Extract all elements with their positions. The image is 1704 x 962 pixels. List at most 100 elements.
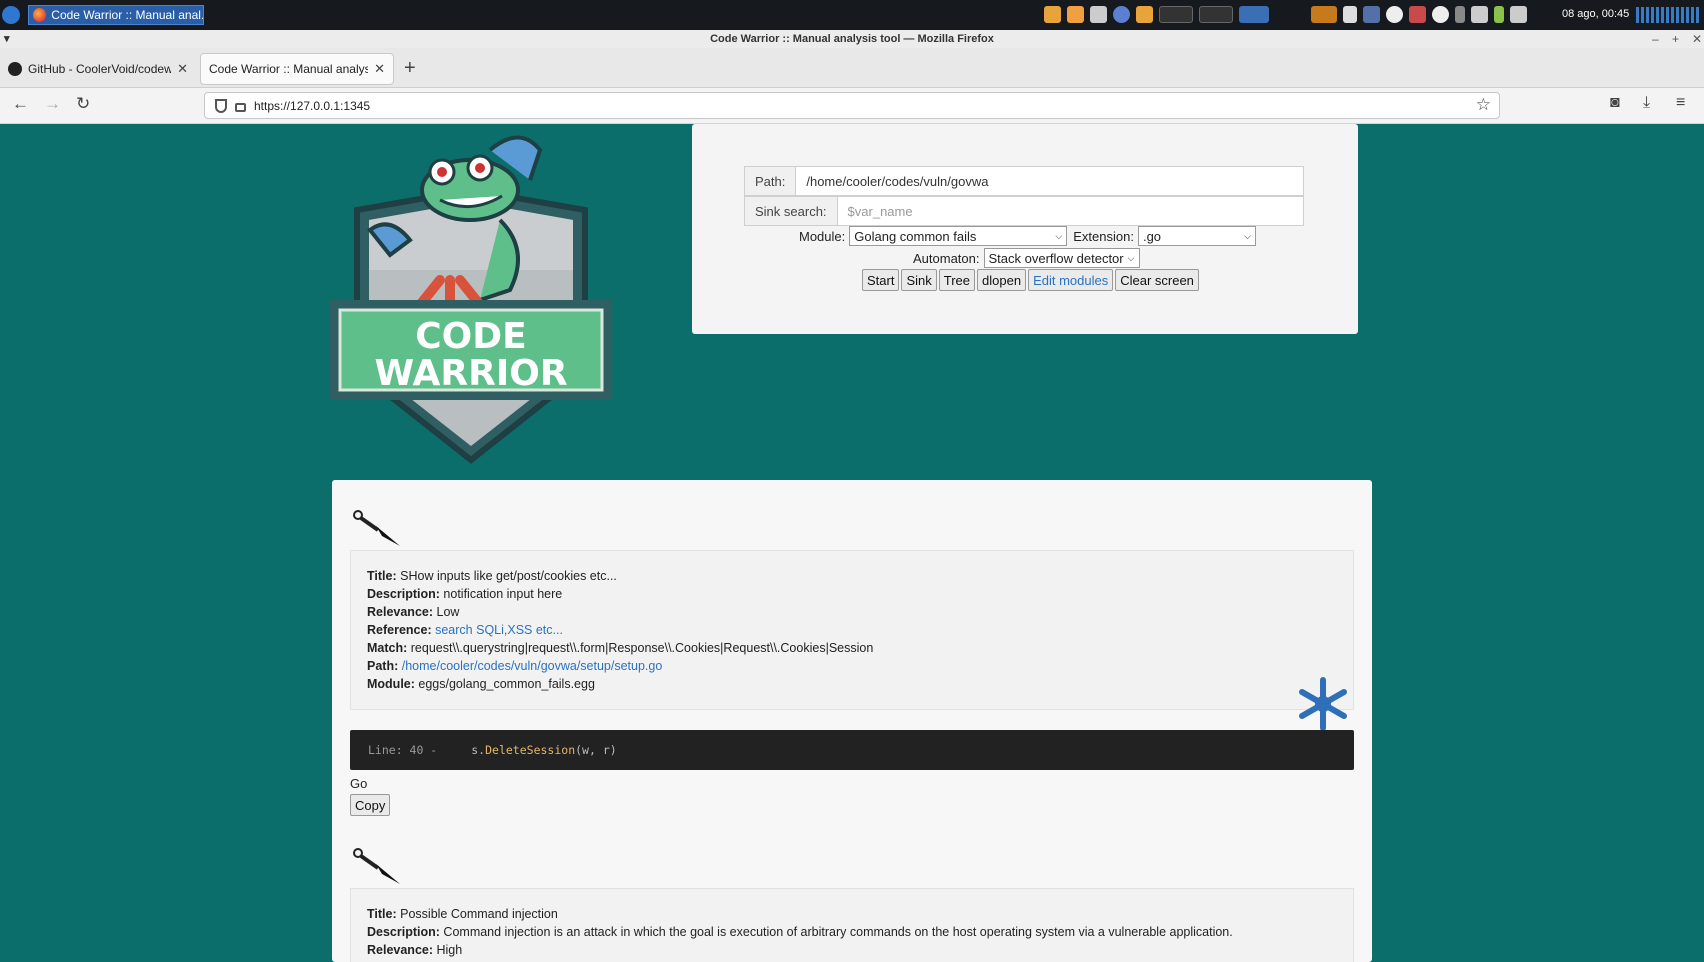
reload-icon[interactable]: ↻ [76, 94, 90, 114]
dlopen-button[interactable]: dlopen [977, 269, 1027, 291]
start-button[interactable]: Start [862, 269, 900, 291]
path-input[interactable]: /home/cooler/codes/vuln/govwa [796, 167, 988, 195]
menu-icon[interactable]: ≡ [1676, 94, 1685, 112]
window-titlebar: ▾ Code Warrior :: Manual analysis tool —… [0, 30, 1704, 48]
tab-code-warrior[interactable]: Code Warrior :: Manual analysis tool ✕ [200, 53, 394, 85]
tracking-shield-icon[interactable] [215, 98, 227, 113]
cpu-meter-icon [1636, 7, 1700, 23]
result-match: request\\.querystring|request\\.form|Res… [410, 641, 874, 655]
keyring-icon[interactable] [1363, 6, 1380, 23]
result-module-row: Module: eggs/golang_common_fails.egg [367, 675, 1337, 693]
reference-link[interactable]: search SQLi,XSS etc... [435, 623, 563, 637]
tab-label: Code Warrior :: Manual analysis tool [209, 62, 369, 76]
downloads-icon[interactable]: ⤓ [1643, 94, 1650, 112]
edit-modules-button[interactable]: Edit modules [1028, 269, 1114, 291]
files-icon[interactable] [1067, 6, 1084, 23]
result-card: Title: SHow inputs like get/post/cookies… [350, 550, 1354, 710]
description-label: Description: [367, 587, 440, 601]
result-description: notification input here [443, 587, 563, 601]
pocket-icon[interactable]: ◙ [1610, 94, 1620, 112]
result-card: Title: Possible Command injection Descri… [350, 888, 1354, 962]
firefox-icon [33, 8, 47, 22]
start-menu-icon[interactable] [2, 6, 20, 24]
kunai-icon [353, 510, 400, 546]
code-args: (w, r) [575, 743, 617, 757]
chrome-icon[interactable] [1044, 6, 1061, 23]
logo-text-warrior: WARRIOR [374, 353, 567, 394]
camera-icon[interactable] [1409, 6, 1426, 23]
kunai-icon [353, 848, 400, 884]
result-reference-row: Reference: search SQLi,XSS etc... [367, 621, 1337, 639]
chevron-down-icon: ⌵ [1244, 230, 1251, 241]
notifications-icon[interactable] [1386, 6, 1403, 23]
bluetooth-icon[interactable] [1455, 6, 1465, 23]
sublime-icon[interactable] [1311, 6, 1337, 23]
copy-button[interactable]: Copy [350, 794, 391, 816]
bookmark-star-icon[interactable]: ☆ [1476, 95, 1491, 115]
volume-icon[interactable] [1510, 6, 1527, 23]
folder-icon[interactable] [1136, 6, 1153, 23]
action-buttons: Start Sink Tree dlopen Edit modules Clea… [862, 269, 1199, 291]
minimize-icon[interactable]: – [1652, 30, 1659, 48]
title-label: Title: [367, 569, 397, 583]
window-menu-icon[interactable]: ▾ [4, 30, 10, 48]
sink-search-input[interactable]: $var_name [838, 197, 913, 225]
lightbulb-icon[interactable] [1432, 6, 1449, 23]
url-bar[interactable]: https://127.0.0.1:1345 ☆ [204, 92, 1500, 119]
snowflake-icon [1299, 677, 1347, 731]
code-line-number: Line: 40 - [368, 743, 438, 757]
module-select-value: Golang common fails [854, 228, 977, 244]
extension-select-value: .go [1142, 228, 1162, 244]
wifi-icon[interactable] [1471, 6, 1488, 23]
calculator-icon[interactable] [1090, 6, 1107, 23]
tree-button[interactable]: Tree [938, 269, 976, 291]
close-window-icon[interactable]: ✕ [1692, 30, 1702, 48]
result-module: eggs/golang_common_fails.egg [418, 677, 595, 691]
result-relevance: High [436, 943, 463, 957]
new-tab-icon[interactable]: + [404, 57, 416, 80]
sink-button[interactable]: Sink [901, 269, 937, 291]
search-form-panel: Path: /home/cooler/codes/vuln/govwa Sink… [692, 124, 1358, 334]
clock[interactable]: 08 ago, 00:45 [1562, 8, 1629, 20]
sink-search-label: Sink search: [745, 197, 838, 225]
window-icon[interactable] [1343, 6, 1357, 23]
terminal-icon[interactable] [1159, 6, 1193, 23]
close-tab-icon[interactable]: ✕ [374, 61, 385, 77]
battery-icon[interactable] [1494, 6, 1504, 23]
automaton-select-value: Stack overflow detector [988, 250, 1124, 266]
taskbar-firefox-task[interactable]: Code Warrior :: Manual anal... [28, 5, 204, 25]
github-icon [8, 62, 22, 76]
automaton-row: Automaton: Stack overflow detector ⌵ [913, 248, 1140, 268]
result-relevance: Low [436, 605, 460, 619]
result-path-row: Path: /home/cooler/codes/vuln/govwa/setu… [367, 657, 1337, 675]
clear-screen-button[interactable]: Clear screen [1115, 269, 1199, 291]
firefox-tray-icon[interactable] [1239, 6, 1269, 23]
file-path-link[interactable]: /home/cooler/codes/vuln/govwa/setup/setu… [402, 659, 663, 673]
forward-icon[interactable]: → [44, 94, 61, 114]
result-description: Command injection is an attack in which … [443, 925, 1233, 939]
extension-select[interactable]: .go ⌵ [1137, 226, 1256, 246]
system-tray [1044, 6, 1527, 23]
match-label: Match: [367, 641, 408, 655]
module-select[interactable]: Golang common fails ⌵ [849, 226, 1068, 246]
result-match-row: Match: request\\.querystring|request\\.f… [367, 639, 1337, 657]
close-tab-icon[interactable]: ✕ [177, 61, 188, 77]
back-icon[interactable]: ← [12, 94, 29, 114]
relevance-label: Relevance: [367, 605, 434, 619]
tab-github[interactable]: GitHub - CoolerVoid/codewarrior ✕ [0, 53, 196, 85]
maximize-icon[interactable]: + [1672, 30, 1679, 48]
title-label: Title: [367, 907, 397, 921]
logo-text-code: CODE [415, 316, 527, 357]
module-row: Module: Golang common fails ⌵ Extension:… [799, 226, 1256, 246]
automaton-select[interactable]: Stack overflow detector ⌵ [983, 248, 1140, 268]
url-text: https://127.0.0.1:1345 [254, 98, 371, 113]
result-relevance-row: Relevance: High [367, 941, 1337, 959]
app-icon[interactable] [1113, 6, 1130, 23]
code-warrior-logo: CODE WARRIOR [330, 135, 612, 464]
terminal-icon-2[interactable] [1199, 6, 1233, 23]
sink-search-field: Sink search: $var_name [744, 196, 1304, 226]
result-title: Possible Command injection [400, 907, 558, 921]
lock-icon[interactable] [235, 103, 246, 112]
results-panel: Title: SHow inputs like get/post/cookies… [332, 480, 1372, 962]
navigation-bar: ← → ↻ https://127.0.0.1:1345 ☆ ◙ ⤓ ≡ [0, 88, 1704, 124]
